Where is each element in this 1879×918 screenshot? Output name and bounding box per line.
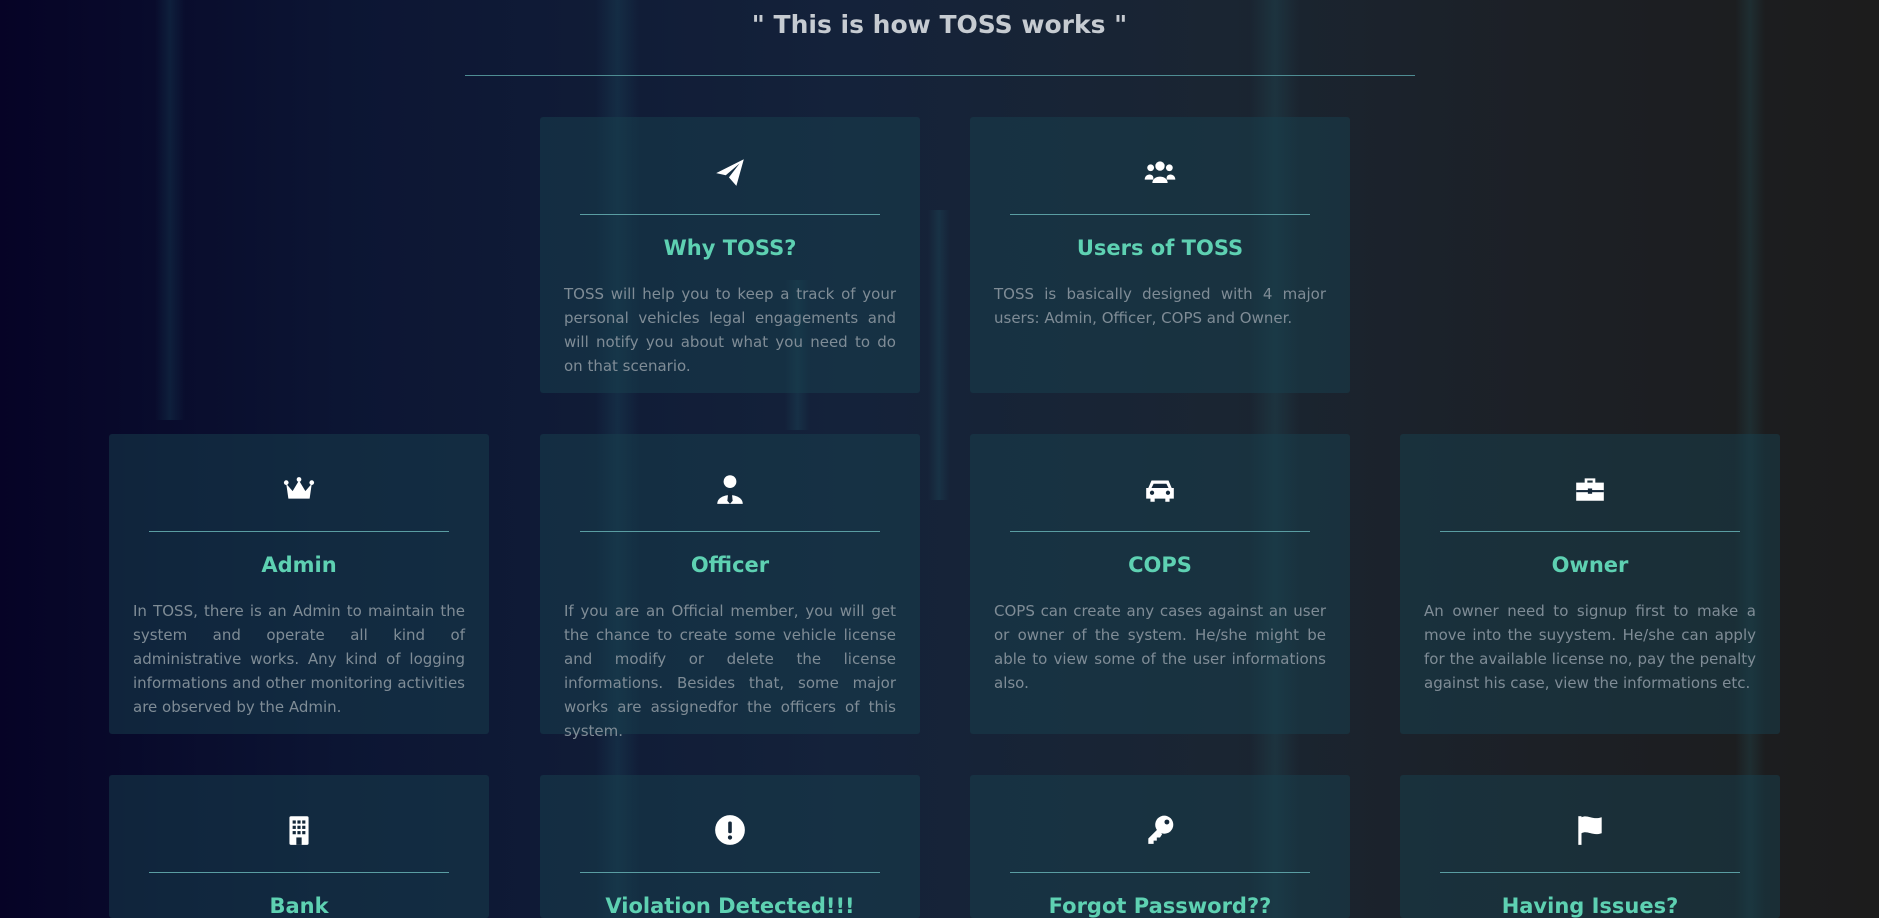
- card-owner: Owner An owner need to signup first to m…: [1400, 434, 1780, 734]
- card-description: COPS can create any cases against an use…: [994, 602, 1326, 692]
- card-divider: [580, 214, 880, 215]
- card-officer: Officer If you are an Official member, y…: [540, 434, 920, 740]
- card-title: Forgot Password??: [1048, 894, 1272, 918]
- crown-icon: [109, 472, 489, 506]
- card-divider: [1440, 872, 1740, 873]
- key-icon: [970, 813, 1350, 847]
- flag-icon: [1400, 813, 1780, 847]
- users-icon: [970, 155, 1350, 189]
- card-users-of-toss: Users of TOSS TOSS is basically designed…: [970, 117, 1350, 393]
- title-divider: [465, 75, 1415, 76]
- card-title: Having Issues?: [1501, 894, 1679, 918]
- card-forgot-password: Forgot Password??: [970, 775, 1350, 918]
- card-title: Why TOSS?: [663, 236, 797, 260]
- car-icon: [970, 472, 1350, 506]
- card-title: Admin: [261, 553, 337, 577]
- card-why-toss: Why TOSS? TOSS will help you to keep a t…: [540, 117, 920, 393]
- building-icon: [109, 813, 489, 847]
- card-description: TOSS is basically designed with 4 major …: [994, 285, 1326, 327]
- card-divider: [580, 531, 880, 532]
- card-violation-detected: Violation Detected!!!: [540, 775, 920, 918]
- card-description: TOSS will help you to keep a track of yo…: [564, 285, 896, 375]
- card-bank: Bank: [109, 775, 489, 918]
- card-divider: [1010, 531, 1310, 532]
- card-title: Owner: [1551, 553, 1629, 577]
- exclamation-circle-icon: [540, 813, 920, 847]
- card-admin: Admin In TOSS, there is an Admin to main…: [109, 434, 489, 734]
- paper-plane-icon: [540, 155, 920, 189]
- background-beam: [928, 210, 950, 500]
- card-cops: COPS COPS can create any cases against a…: [970, 434, 1350, 734]
- card-title: Users of TOSS: [1076, 236, 1244, 260]
- user-tie-icon: [540, 472, 920, 506]
- card-title: COPS: [1128, 553, 1192, 577]
- card-divider: [149, 872, 449, 873]
- card-description: If you are an Official member, you will …: [564, 602, 896, 740]
- card-description: In TOSS, there is an Admin to maintain t…: [133, 602, 465, 716]
- card-divider: [1440, 531, 1740, 532]
- card-divider: [1010, 872, 1310, 873]
- background-beam: [155, 0, 185, 420]
- briefcase-icon: [1400, 472, 1780, 506]
- card-title: Officer: [690, 553, 770, 577]
- card-divider: [580, 872, 880, 873]
- card-divider: [1010, 214, 1310, 215]
- page-title: " This is how TOSS works ": [751, 10, 1128, 39]
- card-title: Violation Detected!!!: [605, 894, 855, 918]
- card-title: Bank: [269, 894, 329, 918]
- card-having-issues: Having Issues?: [1400, 775, 1780, 918]
- card-divider: [149, 531, 449, 532]
- card-description: An owner need to signup first to make a …: [1424, 602, 1756, 692]
